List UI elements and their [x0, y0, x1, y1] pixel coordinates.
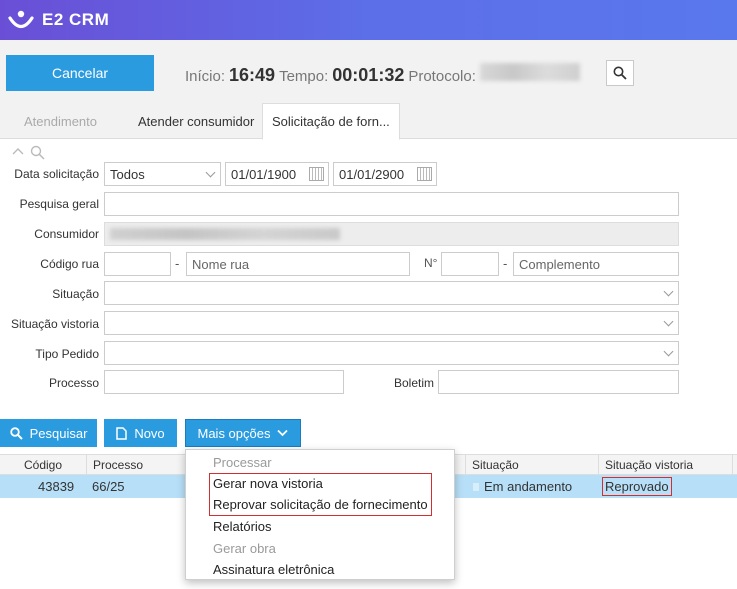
- processo-input[interactable]: [104, 370, 344, 394]
- consumidor-label: Consumidor: [34, 227, 99, 241]
- cell-situacao-vistoria: Reprovado: [602, 475, 672, 498]
- pesquisar-button[interactable]: Pesquisar: [0, 419, 97, 447]
- numero-label: N°: [424, 256, 438, 270]
- menu-item-gerar-obra: Gerar obra: [213, 541, 276, 556]
- app-title: E2 CRM: [42, 10, 110, 29]
- cell-situacao: Em andamento: [473, 475, 572, 498]
- nome-rua-input[interactable]: Nome rua: [186, 252, 410, 276]
- inicio-value: 16:49: [229, 65, 276, 85]
- tab-bar: Atendimento Atender consumidor Solicitaç…: [0, 103, 737, 140]
- search-icon[interactable]: [30, 145, 45, 160]
- processo-label: Processo: [48, 376, 99, 390]
- situacao-label: Situação: [52, 287, 99, 301]
- filter-toggle[interactable]: [12, 145, 45, 160]
- column-header-processo[interactable]: Processo: [86, 455, 186, 475]
- protocolo-value-redacted: [479, 63, 580, 81]
- protocol-search-button[interactable]: [606, 60, 634, 86]
- chevron-down-icon: [663, 286, 674, 297]
- pesquisar-label: Pesquisar: [29, 425, 88, 441]
- codigo-rua-input[interactable]: [104, 252, 171, 276]
- tab-atendimento[interactable]: Atendimento: [24, 103, 97, 139]
- tipo-pedido-label: Tipo Pedido: [35, 347, 99, 361]
- codigo-rua-label: Código rua: [40, 257, 99, 271]
- cell-codigo: 43839: [38, 479, 75, 494]
- column-header-situacao-vistoria[interactable]: Situação vistoria: [598, 455, 732, 475]
- mais-opcoes-label: Mais opções: [197, 425, 271, 441]
- pesquisa-geral-label: Pesquisa geral: [19, 197, 99, 211]
- cancel-button[interactable]: Cancelar: [6, 55, 154, 91]
- action-bar: Cancelar Início: 16:49 Tempo: 00:01:32 P…: [0, 40, 737, 103]
- column-header-situacao[interactable]: Situação: [465, 455, 598, 475]
- consumidor-value-redacted: [110, 228, 340, 240]
- novo-button[interactable]: Novo: [104, 419, 177, 447]
- data-solicitacao-label: Data solicitação: [14, 167, 99, 181]
- situacao-select[interactable]: [104, 281, 679, 305]
- inicio-label: Início:: [185, 68, 226, 85]
- menu-item-processar: Processar: [213, 455, 272, 470]
- tab-solicitacao-fornecimento[interactable]: Solicitação de forn...: [262, 103, 400, 140]
- search-icon: [613, 66, 627, 80]
- new-document-icon: [116, 426, 128, 440]
- service-timer: Início: 16:49 Tempo: 00:01:32 Protocolo:: [185, 63, 580, 86]
- situacao-vistoria-label: Situação vistoria: [10, 317, 99, 331]
- pesquisa-geral-input[interactable]: [104, 192, 679, 216]
- tempo-value: 00:01:32: [332, 65, 405, 85]
- mais-opcoes-button[interactable]: Mais opções: [185, 419, 301, 447]
- complemento-placeholder: Complemento: [519, 256, 600, 272]
- consumidor-field: [104, 222, 679, 246]
- chevron-down-icon: [277, 429, 289, 437]
- date-to-field[interactable]: 01/01/2900: [333, 162, 437, 186]
- search-icon: [9, 426, 23, 440]
- data-solicitacao-select[interactable]: Todos: [104, 162, 221, 186]
- logo-icon: [8, 9, 34, 31]
- chevron-down-icon: [663, 316, 674, 327]
- menu-item-relatorios[interactable]: Relatórios: [213, 519, 272, 534]
- status-badge: Reprovado: [602, 477, 672, 496]
- situacao-value: Em andamento: [484, 479, 573, 494]
- novo-label: Novo: [134, 425, 165, 441]
- tab-atender-consumidor[interactable]: Atender consumidor: [138, 103, 254, 139]
- data-solicitacao-value: Todos: [110, 166, 145, 182]
- date-to-value: 01/01/2900: [339, 166, 405, 182]
- column-header-extra: [732, 455, 737, 475]
- calendar-icon[interactable]: [417, 167, 432, 181]
- boletim-label: Boletim: [393, 376, 434, 390]
- status-dot: [473, 482, 479, 491]
- chevron-down-icon: [205, 167, 216, 178]
- date-from-value: 01/01/1900: [231, 166, 297, 182]
- tempo-label: Tempo:: [279, 68, 329, 85]
- app-header: E2 CRM: [0, 0, 737, 40]
- calendar-icon[interactable]: [309, 167, 324, 181]
- separator-dash: -: [503, 256, 508, 271]
- separator-dash: -: [175, 256, 180, 271]
- annotation-highlight: [209, 473, 432, 516]
- column-header-codigo[interactable]: Código: [0, 455, 86, 475]
- cell-processo: 66/25: [92, 479, 125, 494]
- boletim-input[interactable]: [438, 370, 679, 394]
- date-from-field[interactable]: 01/01/1900: [225, 162, 329, 186]
- mais-opcoes-menu: Processar Gerar nova vistoria Reprovar s…: [185, 449, 455, 580]
- menu-item-assinatura-eletronica[interactable]: Assinatura eletrônica: [213, 562, 334, 577]
- situacao-vistoria-select[interactable]: [104, 311, 679, 335]
- tipo-pedido-select[interactable]: [104, 341, 679, 365]
- numero-input[interactable]: [441, 252, 499, 276]
- nome-rua-placeholder: Nome rua: [192, 256, 250, 272]
- chevron-up-icon[interactable]: [12, 145, 24, 157]
- protocolo-label: Protocolo:: [408, 68, 476, 85]
- complemento-input[interactable]: Complemento: [513, 252, 679, 276]
- chevron-down-icon: [663, 346, 674, 357]
